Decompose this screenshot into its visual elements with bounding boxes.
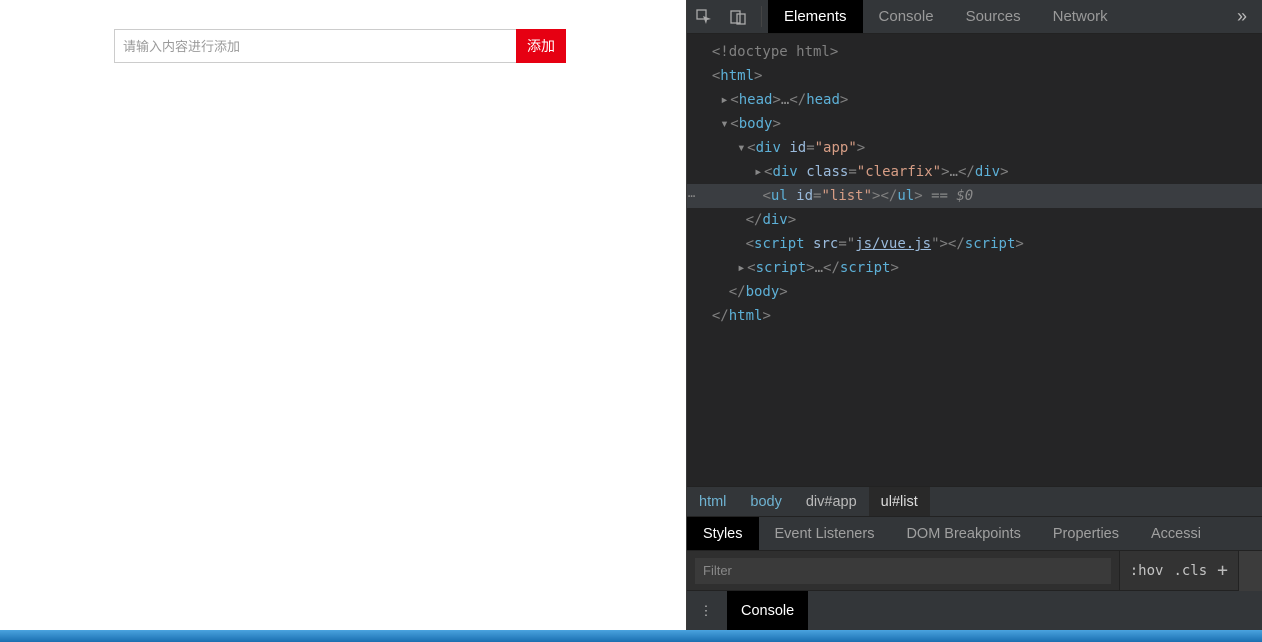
box-model-toggle[interactable]	[1238, 551, 1262, 591]
tree-line[interactable]: ▾<div id="app">	[687, 136, 1262, 160]
drawer-menu-icon[interactable]: ⋮	[697, 603, 715, 619]
devtools-toolbar: Elements Console Sources Network »	[687, 0, 1262, 34]
tag-script: script	[756, 260, 807, 276]
tree-line[interactable]: ▸<script>…</script>	[687, 256, 1262, 280]
sub-tab-properties[interactable]: Properties	[1037, 517, 1135, 550]
tab-network[interactable]: Network	[1037, 0, 1124, 33]
breadcrumb-item[interactable]: html	[687, 487, 738, 516]
styles-filter-row: :hov .cls +	[687, 550, 1262, 590]
elements-tree[interactable]: <!doctype html> <html> ▸<head>…</head> ▾…	[687, 34, 1262, 486]
hov-toggle[interactable]: :hov	[1130, 563, 1164, 579]
console-drawer: ⋮ Console	[687, 590, 1262, 630]
doctype: <!doctype html>	[712, 44, 838, 60]
tree-line[interactable]: ▸<div class="clearfix">…</div>	[687, 160, 1262, 184]
rendered-page: 添加	[0, 0, 686, 630]
expand-arrow-icon[interactable]: ▸	[737, 256, 747, 280]
os-taskbar	[0, 630, 1262, 642]
styles-tab-bar: Styles Event Listeners DOM Breakpoints P…	[687, 516, 1262, 550]
tag-script: script	[754, 236, 805, 252]
tree-line[interactable]: <script src="js/vue.js"></script>	[687, 232, 1262, 256]
sub-tab-dom-breakpoints[interactable]: DOM Breakpoints	[890, 517, 1036, 550]
tree-line[interactable]: </body>	[687, 280, 1262, 304]
devtools-main-tabs: Elements Console Sources Network	[768, 0, 1222, 33]
gutter-dots-icon[interactable]: ⋯	[687, 184, 699, 208]
collapse-arrow-icon[interactable]: ▾	[737, 136, 747, 160]
add-input[interactable]	[114, 29, 516, 63]
sub-tab-styles[interactable]: Styles	[687, 517, 759, 550]
tree-line[interactable]: </html>	[687, 304, 1262, 328]
tabs-overflow-icon[interactable]: »	[1222, 0, 1262, 33]
inspect-element-icon[interactable]	[687, 0, 721, 33]
collapse-arrow-icon[interactable]: ▾	[720, 112, 730, 136]
sub-tab-event-listeners[interactable]: Event Listeners	[759, 517, 891, 550]
breadcrumb: html body div#app ul#list	[687, 486, 1262, 516]
cls-toggle[interactable]: .cls	[1173, 563, 1207, 579]
tab-elements[interactable]: Elements	[768, 0, 863, 33]
breadcrumb-item-active[interactable]: ul#list	[869, 487, 930, 516]
tag-html: html	[720, 68, 754, 84]
new-style-rule-icon[interactable]: +	[1217, 560, 1228, 581]
tag-div: div	[772, 164, 797, 180]
tree-line[interactable]: <html>	[687, 64, 1262, 88]
toggle-device-icon[interactable]	[721, 0, 755, 33]
sub-tab-accessibility[interactable]: Accessi	[1135, 517, 1217, 550]
tag-head: head	[739, 92, 773, 108]
tree-line[interactable]: ▾<body>	[687, 112, 1262, 136]
drawer-tab-console[interactable]: Console	[727, 591, 808, 630]
tag-body: body	[739, 116, 773, 132]
tree-line[interactable]: </div>	[687, 208, 1262, 232]
breadcrumb-item[interactable]: body	[738, 487, 793, 516]
selection-indicator: == $0	[923, 188, 974, 204]
expand-arrow-icon[interactable]: ▸	[754, 160, 764, 184]
styles-filter-input[interactable]	[695, 558, 1111, 584]
expand-arrow-icon[interactable]: ▸	[720, 88, 730, 112]
tab-sources[interactable]: Sources	[950, 0, 1037, 33]
tab-console[interactable]: Console	[863, 0, 950, 33]
add-button[interactable]: 添加	[516, 29, 566, 63]
tag-ul: ul	[771, 188, 788, 204]
tree-line[interactable]: <!doctype html>	[687, 40, 1262, 64]
tree-line-selected[interactable]: ⋯ <ul id="list"></ul> == $0	[687, 184, 1262, 208]
devtools-panel: Elements Console Sources Network » <!doc…	[686, 0, 1262, 630]
tree-line[interactable]: ▸<head>…</head>	[687, 88, 1262, 112]
tag-div: div	[756, 140, 781, 156]
styles-toggles: :hov .cls +	[1119, 551, 1238, 590]
breadcrumb-item[interactable]: div#app	[794, 487, 869, 516]
add-form: 添加	[114, 29, 566, 63]
toolbar-separator	[761, 6, 762, 27]
